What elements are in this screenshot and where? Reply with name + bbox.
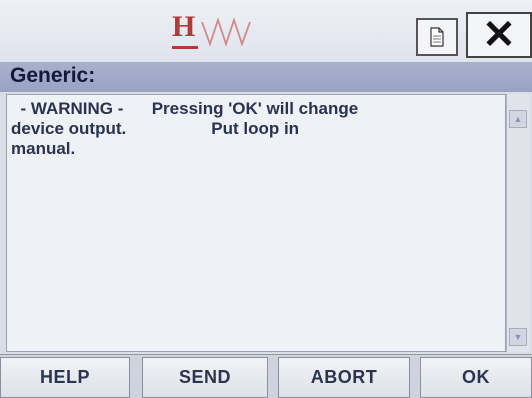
logo-letter: H: [172, 10, 196, 43]
message-line-1: - WARNING - Pressing 'OK' will change: [11, 99, 359, 118]
send-button[interactable]: SEND: [142, 357, 268, 398]
message-area: - WARNING - Pressing 'OK' will change de…: [6, 94, 506, 352]
scroll-up-icon[interactable]: ▲: [509, 110, 527, 128]
message-line-3: manual.: [11, 139, 76, 158]
top-bar: H ✕: [0, 0, 532, 62]
dialog-title-bar: Generic:: [0, 62, 532, 92]
warning-message: - WARNING - Pressing 'OK' will change de…: [11, 99, 495, 159]
close-icon: ✕: [482, 13, 516, 57]
help-button[interactable]: HELP: [0, 357, 130, 398]
close-button[interactable]: ✕: [466, 12, 532, 58]
abort-button[interactable]: ABORT: [278, 357, 410, 398]
document-button[interactable]: [416, 18, 458, 56]
message-line-2: device output. Put loop in: [11, 119, 300, 138]
scroll-down-icon[interactable]: ▼: [509, 328, 527, 346]
ok-button[interactable]: OK: [420, 357, 532, 398]
dialog-title: Generic:: [10, 64, 96, 87]
vertical-scrollbar[interactable]: ▲ ▼: [506, 94, 530, 352]
logo-underline: [172, 46, 198, 49]
logo-wave-icon: [201, 17, 251, 47]
document-icon: [430, 27, 444, 47]
hart-logo: H: [168, 10, 258, 50]
function-key-bar: HELP SEND ABORT OK: [0, 354, 532, 398]
